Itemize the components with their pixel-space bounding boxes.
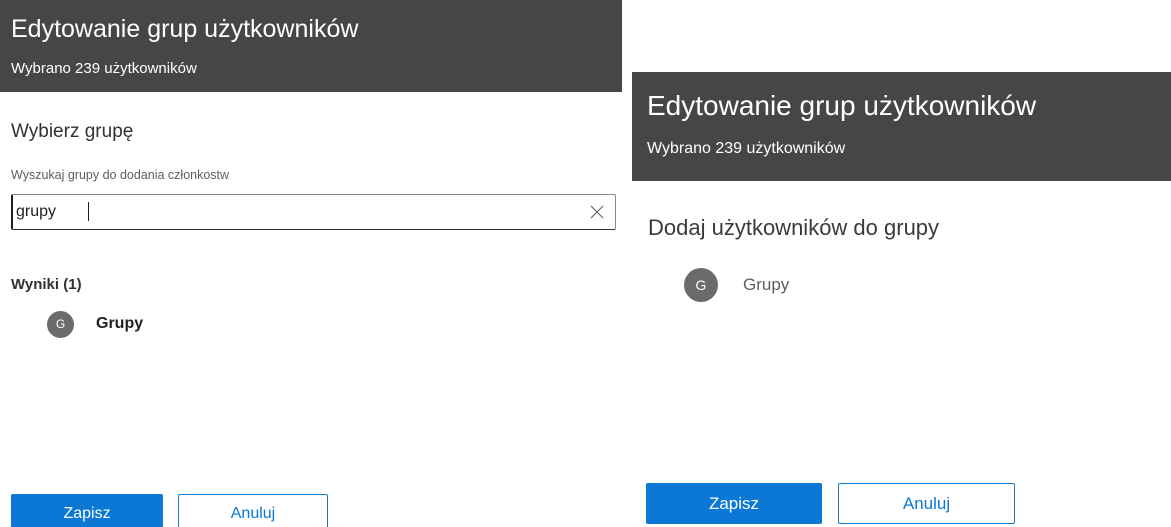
panel-title: Edytowanie grup użytkowników xyxy=(11,15,359,43)
search-label: Wyszukaj grupy do dodania członkostw xyxy=(11,168,230,182)
screenshot-canvas: Edytowanie grup użytkowników Wybrano 239… xyxy=(0,0,1171,527)
cancel-button[interactable]: Anuluj xyxy=(838,483,1015,524)
selected-users-count: Wybrano 239 użytkowników xyxy=(11,60,197,77)
close-icon xyxy=(590,205,604,219)
edit-groups-panel-add: Edytowanie grup użytkowników Wybrano 239… xyxy=(632,72,1171,527)
save-button[interactable]: Zapisz xyxy=(646,483,822,524)
panel-title: Edytowanie grup użytkowników xyxy=(647,90,1037,121)
text-caret xyxy=(88,202,89,221)
search-input[interactable] xyxy=(13,195,576,228)
result-item-name: Grupy xyxy=(96,315,144,332)
panel-header: Edytowanie grup użytkowników Wybrano 239… xyxy=(0,0,622,92)
cancel-button[interactable]: Anuluj xyxy=(178,494,328,527)
selected-group-name: Grupy xyxy=(743,275,790,294)
panel-header: Edytowanie grup użytkowników Wybrano 239… xyxy=(632,72,1171,181)
avatar: G xyxy=(47,310,74,338)
selected-users-count: Wybrano 239 użytkowników xyxy=(647,140,846,157)
edit-groups-panel-search: Edytowanie grup użytkowników Wybrano 239… xyxy=(0,0,628,527)
selected-group-item: G Grupy xyxy=(684,268,789,302)
save-button[interactable]: Zapisz xyxy=(11,494,163,527)
clear-search-button[interactable] xyxy=(587,202,607,222)
search-box[interactable] xyxy=(11,194,616,230)
result-item[interactable]: G Grupy xyxy=(47,310,143,338)
results-label: Wyniki (1) xyxy=(11,276,82,293)
avatar: G xyxy=(684,268,718,302)
section-title: Wybierz grupę xyxy=(11,121,134,142)
section-title: Dodaj użytkowników do grupy xyxy=(648,215,940,240)
